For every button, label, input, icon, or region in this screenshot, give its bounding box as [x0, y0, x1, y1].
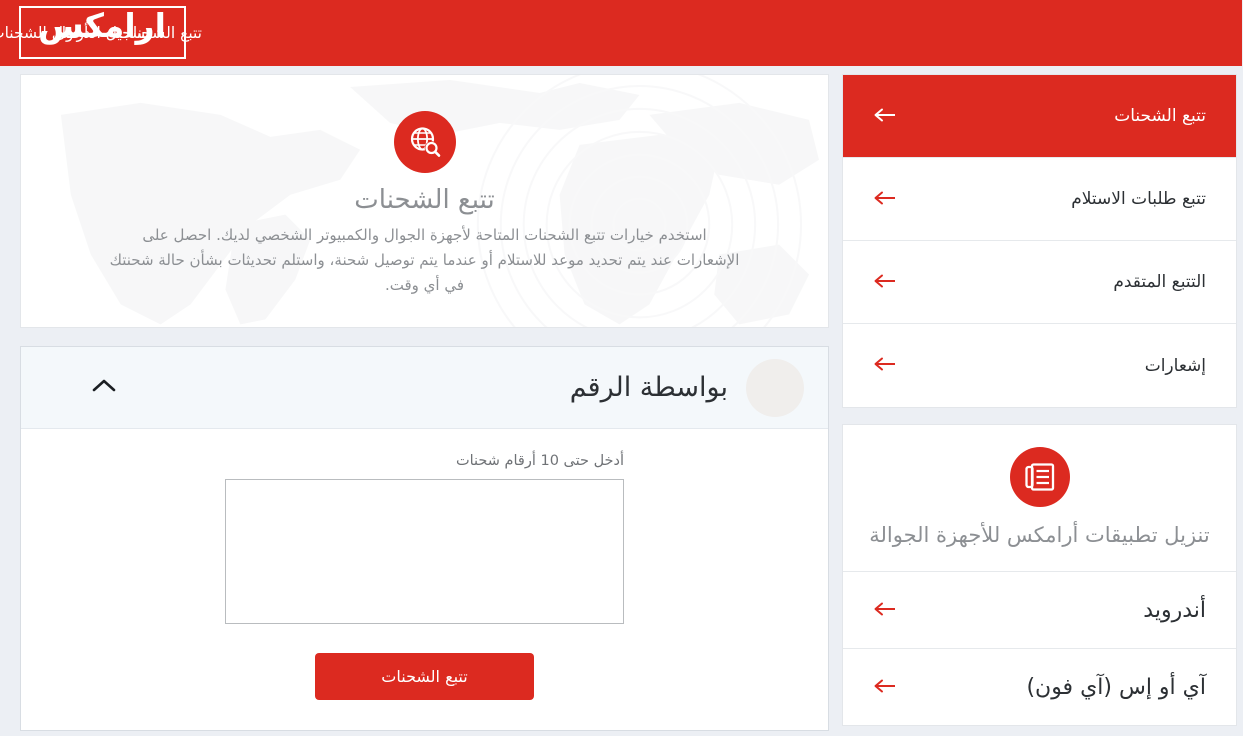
globe-search-icon	[395, 111, 457, 173]
arrow-left-icon	[874, 601, 898, 620]
accordion-title: بواسطة الرقم	[46, 372, 729, 403]
apps-item-ios[interactable]: آي أو إس (آي فون)	[844, 648, 1237, 725]
page-content: تتبع الشحنات استخدم خيارات تتبع الشحنات …	[0, 66, 1243, 736]
mobile-apps-card: تنزيل تطبيقات أرامكس للأجهزة الجوالة أند…	[843, 424, 1238, 726]
hero-title: تتبع الشحنات	[22, 185, 829, 215]
chevron-up-icon[interactable]	[92, 378, 118, 398]
accordion-body: أدخل حتى 10 أرقام شحنات تتبع الشحنات	[22, 429, 829, 730]
sidebar-item-label: إشعارات	[898, 356, 1207, 376]
arrow-left-icon	[874, 273, 898, 292]
site-header: ارامكس تتبع الشحنات أرسل الشحنات الحلول …	[0, 0, 1243, 66]
sidebar-item-track-pickup-requests[interactable]: تتبع طلبات الاستلام	[844, 158, 1237, 241]
login-button[interactable]: تسجيل الدخول	[20, 6, 187, 59]
tracking-numbers-input[interactable]	[226, 479, 625, 624]
arrow-left-icon	[874, 678, 898, 697]
mobile-apps-title: تنزيل تطبيقات أرامكس للأجهزة الجوالة	[868, 520, 1213, 551]
sidebar-item-label: التتبع المتقدم	[898, 272, 1207, 292]
accordion-avatar-circle	[747, 359, 805, 417]
sidebar-item-advanced-tracking[interactable]: التتبع المتقدم	[844, 241, 1237, 324]
apps-item-android[interactable]: أندرويد	[844, 571, 1237, 648]
arrow-left-icon	[874, 190, 898, 209]
track-by-number-accordion: بواسطة الرقم أدخل حتى 10 أرقام شحنات تتب…	[21, 346, 830, 731]
hero-description: استخدم خيارات تتبع الشحنات المتاحة لأجهز…	[111, 223, 741, 298]
mobile-apps-header: تنزيل تطبيقات أرامكس للأجهزة الجوالة	[844, 425, 1237, 571]
sidebar-menu: تتبع الشحنات تتبع طلبات الاستلام التتبع …	[843, 74, 1238, 408]
arrow-left-icon	[874, 107, 898, 126]
sidebar-item-label: تتبع طلبات الاستلام	[898, 189, 1207, 209]
tracking-input-label: أدخل حتى 10 أرقام شحنات	[226, 453, 625, 469]
sidebar-item-label: تتبع الشحنات	[898, 106, 1207, 126]
apps-item-label: آي أو إس (آي فون)	[898, 675, 1207, 700]
apps-item-label: أندرويد	[898, 598, 1207, 623]
newspaper-icon	[1011, 447, 1071, 507]
track-shipments-submit-button[interactable]: تتبع الشحنات	[316, 653, 535, 700]
accordion-header[interactable]: بواسطة الرقم	[22, 347, 829, 429]
hero-card: تتبع الشحنات استخدم خيارات تتبع الشحنات …	[21, 74, 830, 328]
arrow-left-icon	[874, 356, 898, 375]
sidebar-item-track-shipments[interactable]: تتبع الشحنات	[844, 75, 1237, 158]
sidebar-item-notifications[interactable]: إشعارات	[844, 324, 1237, 407]
